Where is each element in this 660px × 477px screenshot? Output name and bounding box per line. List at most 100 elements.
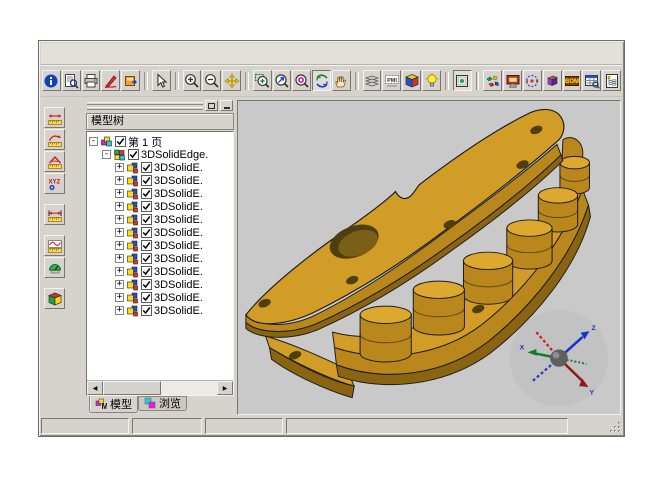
tree-item-assembly[interactable]: - 3DSolidEdge. — [88, 148, 233, 161]
dynamic-zoom-button[interactable] — [273, 70, 292, 91]
bom-button[interactable]: BOM — [563, 70, 582, 91]
layers-button[interactable] — [363, 70, 382, 91]
panel-hide-button[interactable] — [220, 100, 233, 111]
tree-item-part[interactable]: + 3DSolidE. — [88, 161, 233, 174]
toolbar-icon — [294, 73, 310, 89]
pmi-button[interactable]: PMI — [382, 70, 401, 91]
tree-label: 第 1 页 — [128, 134, 162, 150]
tree-expander[interactable]: + — [115, 163, 124, 172]
pan-hand-button[interactable] — [332, 70, 351, 91]
measure-gap-button[interactable] — [44, 204, 65, 225]
check-icon — [142, 306, 151, 315]
report-table-button[interactable] — [582, 70, 601, 91]
tree-item-part[interactable]: + 3DSolidE. — [88, 304, 233, 317]
tree-expander[interactable]: + — [115, 215, 124, 224]
tab-browse[interactable]: 浏览 — [138, 396, 187, 411]
visibility-checkbox[interactable] — [141, 201, 152, 212]
zoom-in-button[interactable] — [183, 70, 202, 91]
panel-gripper[interactable] — [86, 100, 234, 111]
visibility-checkbox[interactable] — [141, 162, 152, 173]
tree-item-part[interactable]: + 3DSolidE. — [88, 213, 233, 226]
tree-expander[interactable]: + — [115, 280, 124, 289]
spin-view-button[interactable] — [312, 70, 331, 91]
tree-item-part[interactable]: + 3DSolidE. — [88, 239, 233, 252]
measure-profile-button[interactable] — [44, 235, 65, 256]
tree-expander[interactable]: + — [115, 176, 124, 185]
check-icon — [142, 293, 151, 302]
menu-page[interactable] — [73, 52, 89, 56]
visibility-checkbox[interactable] — [141, 305, 152, 316]
visibility-checkbox[interactable] — [141, 279, 152, 290]
tree-scrollbar[interactable]: ◀ ▶ — [87, 380, 233, 395]
model-tree: - 第 1 页 - — [86, 131, 234, 396]
visibility-checkbox[interactable] — [141, 292, 152, 303]
visibility-checkbox[interactable] — [141, 266, 152, 277]
scroll-left-button[interactable]: ◀ — [87, 381, 103, 395]
visibility-checkbox[interactable] — [141, 188, 152, 199]
tree-expander[interactable]: + — [115, 241, 124, 250]
measure-coordinate-button[interactable]: XYZ — [44, 173, 65, 194]
snapshot-button[interactable] — [453, 70, 472, 91]
tree-item-page[interactable]: - 第 1 页 — [88, 135, 233, 148]
panel-float-button[interactable] — [205, 100, 218, 111]
tree-expander[interactable]: + — [115, 306, 124, 315]
visibility-checkbox[interactable] — [128, 149, 139, 160]
viewport-3d[interactable]: Z Y X — [237, 100, 621, 415]
tree-item-part[interactable]: + 3DSolidE. — [88, 265, 233, 278]
visibility-checkbox[interactable] — [141, 240, 152, 251]
measure-angle-button[interactable] — [44, 151, 65, 172]
resize-grip[interactable] — [608, 420, 621, 433]
measure-distance-button[interactable] — [44, 107, 65, 128]
rotate-view-button[interactable] — [292, 70, 311, 91]
visibility-checkbox[interactable] — [141, 214, 152, 225]
scroll-right-button[interactable]: ▶ — [217, 381, 233, 395]
info-button[interactable] — [42, 70, 61, 91]
toolbar-separator — [445, 72, 449, 90]
tree-expander[interactable]: - — [89, 137, 98, 146]
capture-button[interactable] — [503, 70, 522, 91]
menu-file[interactable] — [51, 52, 67, 56]
toolbar-icon: PMI — [384, 73, 400, 89]
tree-item-part[interactable]: + 3DSolidE. — [88, 226, 233, 239]
tree-item-part[interactable]: + 3DSolidE. — [88, 278, 233, 291]
tree-expander[interactable]: + — [115, 189, 124, 198]
solid-view-button[interactable] — [543, 70, 562, 91]
tree-expander[interactable]: + — [115, 254, 124, 263]
measure-volume-button[interactable] — [44, 288, 65, 309]
select-cursor-button[interactable] — [152, 70, 171, 91]
export-button[interactable] — [121, 70, 140, 91]
tab-model[interactable]: M 模型 — [89, 396, 138, 413]
tree-expander[interactable]: + — [115, 202, 124, 211]
tree-expander[interactable]: + — [115, 228, 124, 237]
toolbar-icon: XYZ — [47, 176, 63, 192]
scroll-thumb[interactable] — [103, 381, 161, 395]
visibility-checkbox[interactable] — [141, 227, 152, 238]
visibility-checkbox[interactable] — [115, 136, 126, 147]
measure-radius-button[interactable] — [44, 129, 65, 150]
pan-button[interactable] — [222, 70, 241, 91]
tree-item-part[interactable]: + 3DSolidE. — [88, 187, 233, 200]
tree-item-part[interactable]: + 3DSolidE. — [88, 174, 233, 187]
animation-button[interactable] — [523, 70, 542, 91]
tree-item-part[interactable]: + 3DSolidE. — [88, 291, 233, 304]
tree-expander[interactable]: - — [102, 150, 111, 159]
explode-button[interactable] — [483, 70, 502, 91]
print-button[interactable] — [82, 70, 101, 91]
tree-item-part[interactable]: + 3DSolidE. — [88, 200, 233, 213]
visibility-checkbox[interactable] — [141, 253, 152, 264]
panel-tabs: M 模型 浏览 — [86, 396, 234, 415]
structure-tree-button[interactable] — [602, 70, 621, 91]
view-cube-button[interactable] — [402, 70, 421, 91]
print-preview-button[interactable] — [62, 70, 81, 91]
markup-pen-button[interactable] — [101, 70, 120, 91]
visibility-checkbox[interactable] — [141, 175, 152, 186]
measure-gauge-button[interactable] — [44, 257, 65, 278]
zoom-out-button[interactable] — [202, 70, 221, 91]
tree-expander[interactable]: + — [115, 293, 124, 302]
toolbar-icon — [604, 73, 620, 89]
node-icon — [126, 305, 139, 317]
tree-expander[interactable]: + — [115, 267, 124, 276]
zoom-window-button[interactable] — [253, 70, 272, 91]
tree-item-part[interactable]: + 3DSolidE. — [88, 252, 233, 265]
lighting-button[interactable] — [422, 70, 441, 91]
